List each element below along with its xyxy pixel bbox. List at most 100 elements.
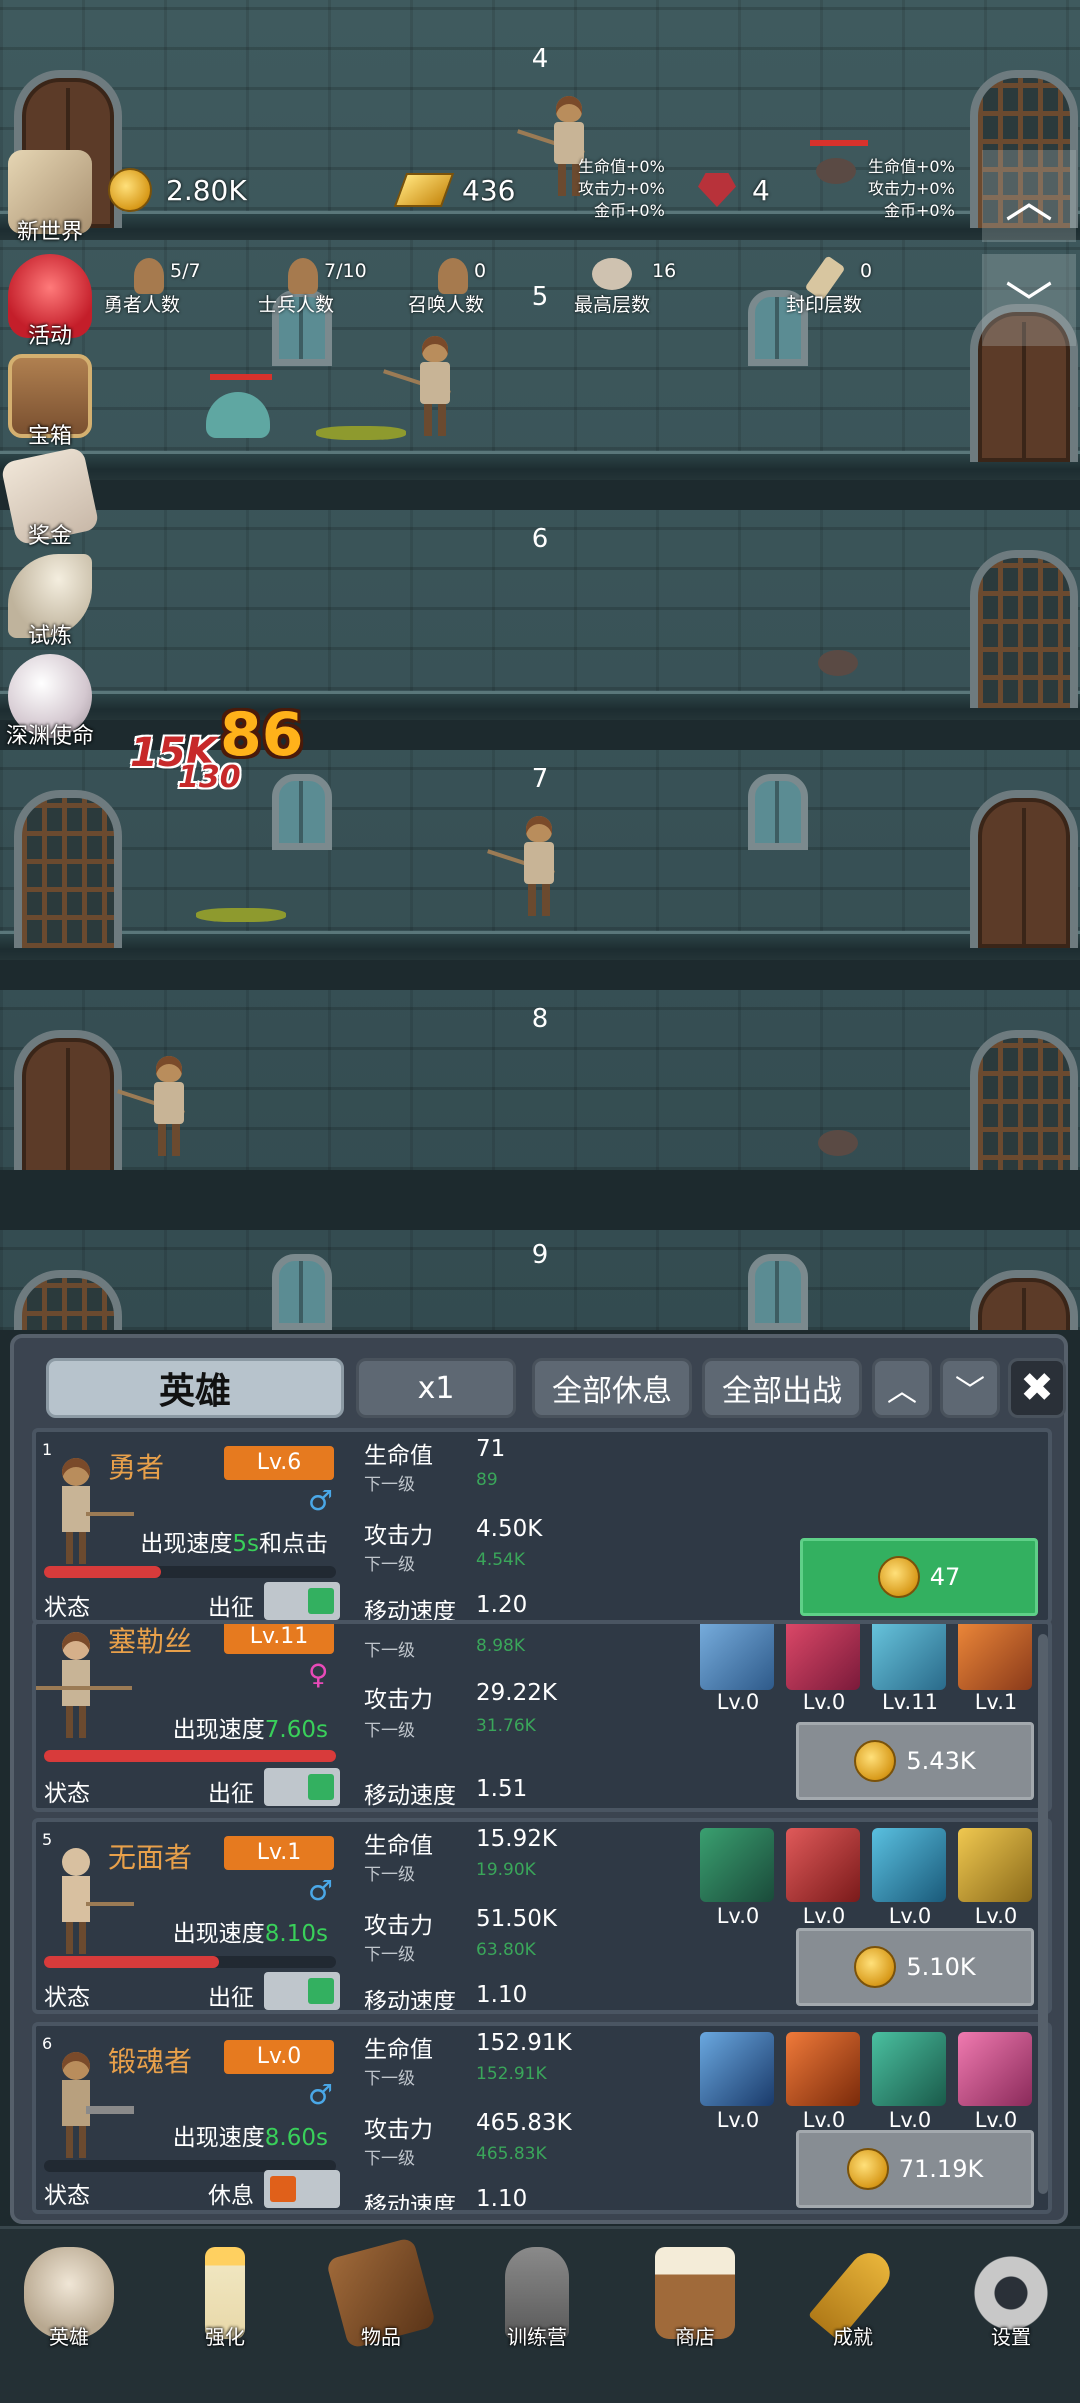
nav-items[interactable]: 物品	[325, 2236, 437, 2350]
spawn-speed: 出现速度5s和点击	[140, 1531, 328, 1557]
hero-card[interactable]: 塞勒丝 Lv.11 ♀ 出现速度7.60s 状态 出征 下一级 8.98K 攻击力…	[32, 1620, 1052, 1812]
hero-card[interactable]: 1 勇者 Lv.6 ♂ 出现速度5s和点击 状态 出征 生命值 71 下一级 89 …	[32, 1428, 1052, 1624]
hero-sprite	[383, 336, 456, 436]
floor-number: 8	[531, 1004, 549, 1034]
hammer-icon[interactable]	[872, 2032, 946, 2106]
axe-icon[interactable]	[786, 2032, 860, 2106]
summon-head-icon	[438, 258, 468, 294]
nav-shop[interactable]: 商店	[640, 2247, 750, 2350]
slime-puddle	[196, 908, 286, 922]
gate	[970, 550, 1078, 708]
spawn-speed: 出现速度8.10s	[172, 1921, 328, 1947]
panel-scrollbar[interactable]	[1038, 1634, 1048, 2194]
deploy-toggle[interactable]	[264, 2170, 340, 2208]
chevron-up-icon: ︿	[1004, 173, 1053, 229]
upgrade-button[interactable]: 5.10K	[796, 1928, 1034, 2006]
side-menu-new-world[interactable]: 新世界	[4, 150, 96, 246]
damage-number: 86	[220, 700, 304, 770]
window	[748, 774, 808, 850]
window	[272, 774, 332, 850]
hero-stats: 下一级 8.98K 攻击力 29.22K 下一级 31.76K 移动速度 1.51	[364, 1636, 557, 1809]
chevron-up-icon: ︿	[887, 1374, 917, 1409]
coin-icon	[877, 1556, 920, 1598]
hero-stats: 生命值 71 下一级 89 攻击力 4.50K 下一级 4.54K 移动速度 1.20	[364, 1436, 543, 1624]
torch-icon[interactable]	[958, 1624, 1032, 1690]
side-menu-bonus[interactable]: 奖金	[0, 446, 100, 550]
multiplier-button[interactable]: x1	[356, 1358, 516, 1418]
chevron-down-icon: ﹀	[1004, 277, 1053, 333]
spider-enemy	[816, 158, 856, 184]
deploy-toggle[interactable]	[264, 1972, 340, 2010]
floor-9: 9	[0, 1170, 1080, 1330]
upgrade-button[interactable]: 71.19K	[796, 2130, 1034, 2208]
chevron-down-icon: ﹀	[955, 1374, 985, 1409]
hero-name: 无面者	[108, 1841, 193, 1874]
star-shield-icon[interactable]	[700, 1624, 774, 1690]
scroll-down-button[interactable]: ﹀	[982, 254, 1076, 346]
nav-achievements[interactable]: 成就	[798, 2244, 908, 2350]
level-badge: Lv.1	[224, 1836, 334, 1870]
sword-shield-icon[interactable]	[700, 1828, 774, 1902]
panel-up-button[interactable]: ︿	[872, 1358, 932, 1418]
slime-enemy	[206, 392, 270, 438]
floor-number: 9	[531, 1240, 549, 1270]
rest-all-button[interactable]: 全部休息	[532, 1358, 692, 1418]
soldier-head-icon	[288, 258, 318, 294]
spider-enemy	[818, 1130, 858, 1156]
side-menu-event[interactable]: 活动	[4, 254, 96, 350]
floor-number: 5	[531, 282, 549, 312]
spawn-speed: 出现速度7.60s	[172, 1717, 328, 1743]
hero-hp-bar	[44, 1566, 336, 1578]
coin-icon	[108, 168, 152, 212]
hero-name: 勇者	[108, 1451, 165, 1484]
sword-icon[interactable]	[786, 1828, 860, 1902]
gold-bar-counter: 436	[393, 150, 515, 230]
gem-counter: 4	[698, 150, 770, 230]
nav-enhance[interactable]: 强化	[170, 2247, 280, 2350]
level-badge: Lv.6	[224, 1446, 334, 1480]
boot-icon[interactable]	[872, 1828, 946, 1902]
male-icon: ♂	[308, 1484, 334, 1517]
side-menu-abyss-mission[interactable]: 深渊使命	[4, 654, 96, 750]
nav-heroes[interactable]: 英雄	[14, 2247, 124, 2350]
upgrade-button[interactable]: 5.43K	[796, 1722, 1034, 1800]
hero-card[interactable]: 5 无面者 Lv.1 ♂ 出现速度8.10s 状态 出征 生命值 15.92K 下…	[32, 1818, 1052, 2014]
close-button[interactable]: ✖	[1008, 1358, 1066, 1418]
level-badge: Lv.11	[224, 1624, 334, 1654]
deploy-toggle[interactable]	[264, 1582, 340, 1620]
helmet-icon[interactable]	[958, 1828, 1032, 1902]
floor-number: 7	[531, 764, 549, 794]
hero-sprite	[487, 816, 560, 916]
hero-sprite	[117, 1056, 190, 1156]
pink-boot-icon[interactable]	[958, 2032, 1032, 2106]
bonus-stats: 生命值+0% 攻击力+0% 金币+0%	[868, 157, 955, 220]
close-icon: ✖	[1020, 1365, 1054, 1411]
gate	[14, 1270, 122, 1330]
panel-toolbar: 英雄 x1 全部休息 全部出战 ︿ ﹀ ✖	[30, 1358, 1066, 1420]
hero-avatar	[36, 1632, 132, 1742]
deploy-toggle[interactable]	[264, 1768, 340, 1806]
door	[14, 1030, 122, 1188]
red-beast-icon[interactable]	[786, 1624, 860, 1690]
deploy-all-button[interactable]: 全部出战	[702, 1358, 862, 1418]
bonus-stats: 生命值+0% 攻击力+0% 金币+0%	[578, 157, 665, 220]
panel-down-button[interactable]: ﹀	[940, 1358, 1000, 1418]
coin-icon	[854, 1740, 897, 1782]
scroll-up-button[interactable]: ︿	[982, 150, 1076, 242]
nav-training-camp[interactable]: 训练营	[482, 2247, 592, 2350]
side-menu-trial[interactable]: 试炼	[4, 554, 96, 650]
nav-settings[interactable]: 设置	[956, 2247, 1066, 2350]
hero-avatar	[56, 1848, 134, 1958]
hero-stats: 生命值 152.91K 下一级 152.91K 攻击力 465.83K 下一级 465.…	[364, 2030, 572, 2214]
hero-card[interactable]: 6 锻魂者 Lv.0 ♂ 出现速度8.60s 状态 休息 生命值 152.91K …	[32, 2022, 1052, 2214]
upgrade-button[interactable]: 47	[800, 1538, 1038, 1616]
window	[748, 1254, 808, 1330]
side-menu-chest[interactable]: 宝箱	[4, 354, 96, 450]
armor-icon[interactable]	[872, 1624, 946, 1690]
gate	[970, 1030, 1078, 1188]
tab-heroes[interactable]: 英雄	[46, 1358, 344, 1418]
dungeon-scene[interactable]: 4 5 6 7 8 9 15K 130 86 2.80K 436 4 生命值+0…	[0, 0, 1080, 1330]
hero-hp-bar	[44, 1750, 336, 1762]
enemy-hp-bar	[810, 140, 868, 146]
skull-shield-icon[interactable]	[700, 2032, 774, 2106]
